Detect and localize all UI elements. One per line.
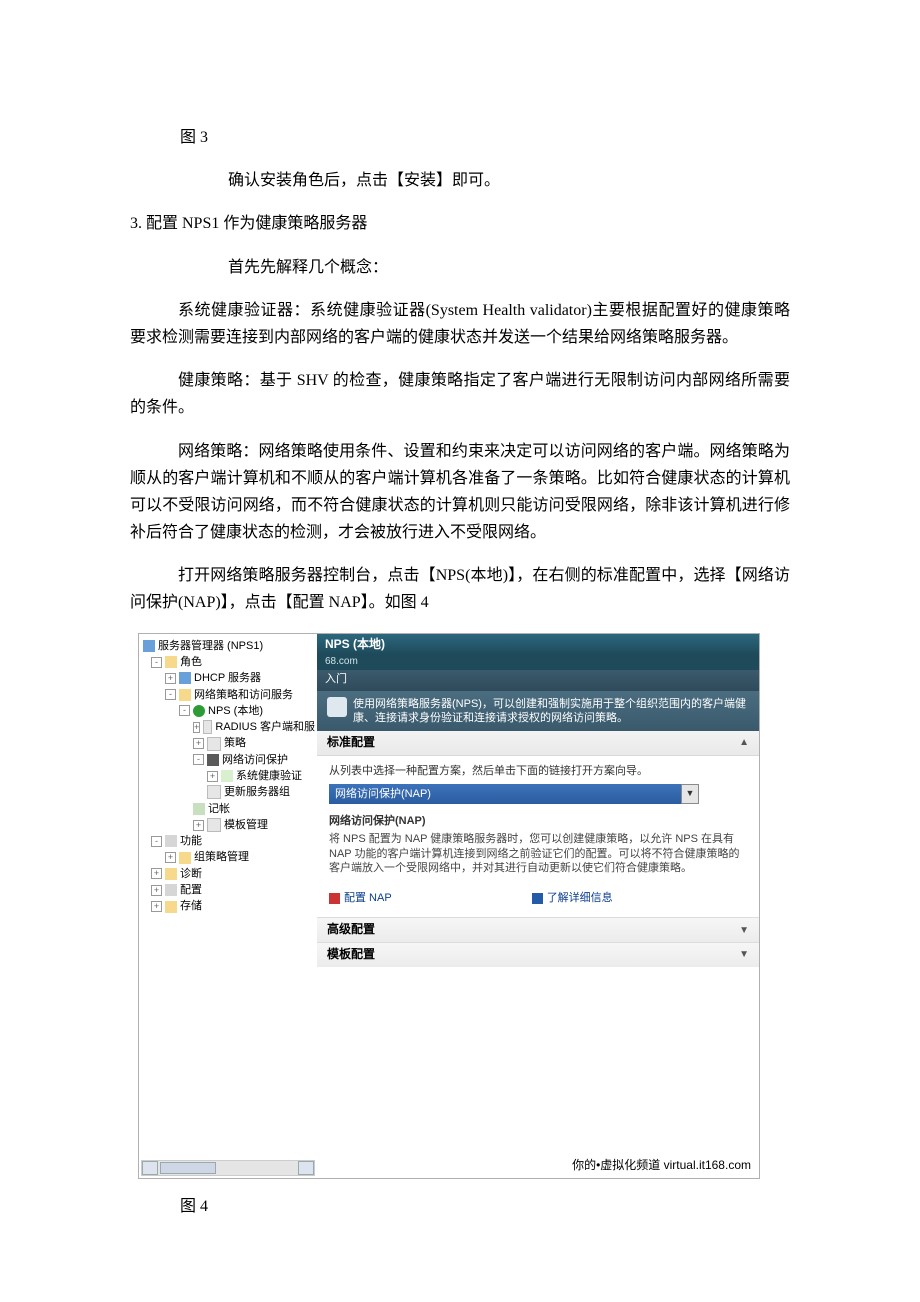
scroll-right-button[interactable]: [298, 1161, 314, 1175]
folder-icon: [179, 852, 191, 864]
tree-nap[interactable]: -网络访问保护: [141, 752, 315, 768]
tree-remediation[interactable]: 更新服务器组: [141, 784, 315, 800]
page-icon: [207, 737, 221, 751]
scroll-left-button[interactable]: [142, 1161, 158, 1175]
tree-radius[interactable]: +RADIUS 客户端和服: [141, 719, 315, 735]
pane-title: NPS (本地): [317, 634, 759, 656]
learn-more-link[interactable]: 了解详细信息: [532, 891, 613, 905]
arrow-icon: [532, 893, 543, 904]
collapse-icon[interactable]: -: [165, 689, 176, 700]
folder-icon: [165, 656, 177, 668]
diag-icon: [165, 868, 177, 880]
advanced-config-header[interactable]: 高级配置 ▼: [317, 917, 759, 942]
tree-accounting[interactable]: 记帐: [141, 801, 315, 817]
expand-icon[interactable]: +: [193, 722, 200, 733]
intro-text: 使用网络策略服务器(NPS)，可以创建和强制实施用于整个组织范围内的客户端健康、…: [353, 697, 749, 726]
dropdown-button[interactable]: ▼: [681, 784, 699, 804]
expand-icon[interactable]: +: [207, 771, 218, 782]
paragraph-network-policy: 网络策略：网络策略使用条件、设置和约束来决定可以访问网络的客户端。网络策略为顺从…: [130, 438, 790, 547]
standard-config-hint: 从列表中选择一种配置方案，然后单击下面的链接打开方案向导。: [329, 764, 747, 778]
template-icon: [207, 818, 221, 832]
watermark: 你的•虚拟化频道 virtual.it168.com: [572, 1158, 751, 1174]
collapse-icon[interactable]: -: [151, 836, 162, 847]
expand-icon[interactable]: +: [151, 901, 162, 912]
paragraph-shv: 系统健康验证器：系统健康验证器(System Health validator)…: [130, 297, 790, 351]
tree-config[interactable]: +配置: [141, 882, 315, 898]
caret-down-icon: ▼: [739, 924, 749, 937]
expand-icon[interactable]: +: [165, 673, 176, 684]
standard-config-body: 从列表中选择一种配置方案，然后单击下面的链接打开方案向导。 网络访问保护(NAP…: [317, 756, 759, 918]
scroll-thumb[interactable]: [160, 1162, 216, 1174]
tree-dhcp[interactable]: +DHCP 服务器: [141, 670, 315, 686]
collapse-icon[interactable]: -: [179, 705, 190, 716]
pane-entry: 入门: [317, 670, 759, 690]
figure-3-caption: 图 3: [180, 124, 790, 151]
info-icon: [327, 697, 347, 717]
server-icon: [143, 640, 155, 652]
caret-down-icon: ▼: [739, 948, 749, 961]
dhcp-icon: [179, 672, 191, 684]
intro-bar: 使用网络策略服务器(NPS)，可以创建和强制实施用于整个组织范围内的客户端健康、…: [317, 691, 759, 732]
paragraph: 首先先解释几个概念：: [130, 254, 790, 281]
configure-nap-link[interactable]: 配置 NAP: [329, 891, 392, 905]
tree-gpm[interactable]: +组策略管理: [141, 849, 315, 865]
collapse-icon[interactable]: -: [151, 657, 162, 668]
content-pane: NPS (本地) 68.com 入门 使用网络策略服务器(NPS)，可以创建和强…: [317, 634, 759, 1178]
standard-config-header[interactable]: 标准配置 ▲: [317, 731, 759, 756]
collapse-icon[interactable]: -: [193, 754, 204, 765]
nap-subtitle: 网络访问保护(NAP): [329, 814, 747, 828]
expand-icon[interactable]: +: [193, 738, 204, 749]
page-icon: [207, 785, 221, 799]
advanced-config-label: 高级配置: [327, 922, 375, 938]
config-icon: [165, 884, 177, 896]
storage-icon: [165, 901, 177, 913]
horizontal-scrollbar[interactable]: [141, 1160, 315, 1176]
tree-diag[interactable]: +诊断: [141, 866, 315, 882]
check-icon: [221, 770, 233, 782]
tree-template[interactable]: +模板管理: [141, 817, 315, 833]
shield-icon: [207, 754, 219, 766]
tree-policies[interactable]: +策略: [141, 735, 315, 751]
heading-step-3: 3. 配置 NPS1 作为健康策略服务器: [130, 210, 790, 237]
tree-pane: 服务器管理器 (NPS1) -角色 +DHCP 服务器 -网络策略和访问服务 -…: [139, 634, 317, 1178]
log-icon: [193, 803, 205, 815]
paragraph-open-console: 打开网络策略服务器控制台，点击【NPS(本地)】，在右侧的标准配置中，选择【网络…: [130, 562, 790, 616]
tree-npas[interactable]: -网络策略和访问服务: [141, 687, 315, 703]
expand-icon[interactable]: +: [165, 852, 176, 863]
paragraph: 确认安装角色后，点击【安装】即可。: [130, 167, 790, 194]
tree-root[interactable]: 服务器管理器 (NPS1): [141, 638, 315, 654]
paragraph-health-policy: 健康策略：基于 SHV 的检查，健康策略指定了客户端进行无限制访问内部网络所需要…: [130, 367, 790, 421]
figure-4-caption: 图 4: [180, 1193, 790, 1220]
pane-subtitle: 68.com: [317, 655, 759, 670]
expand-icon[interactable]: +: [193, 820, 204, 831]
nap-description: 将 NPS 配置为 NAP 健康策略服务器时，您可以创建健康策略，以允许 NPS…: [329, 832, 747, 875]
tree-storage[interactable]: +存储: [141, 898, 315, 914]
expand-icon[interactable]: +: [151, 885, 162, 896]
npas-icon: [179, 689, 191, 701]
tree-roles[interactable]: -角色: [141, 654, 315, 670]
template-config-header[interactable]: 模板配置 ▼: [317, 942, 759, 967]
nps-console-screenshot: 服务器管理器 (NPS1) -角色 +DHCP 服务器 -网络策略和访问服务 -…: [138, 633, 760, 1179]
standard-config-label: 标准配置: [327, 735, 375, 751]
dropdown-value: 网络访问保护(NAP): [329, 784, 681, 804]
caret-up-icon: ▲: [739, 736, 749, 749]
template-config-label: 模板配置: [327, 947, 375, 963]
tree-shv[interactable]: +系统健康验证: [141, 768, 315, 784]
tree-nps-local[interactable]: -NPS (本地): [141, 703, 315, 719]
tree-features[interactable]: -功能: [141, 833, 315, 849]
arrow-icon: [329, 893, 340, 904]
globe-icon: [193, 705, 205, 717]
page-icon: [203, 720, 212, 734]
scenario-dropdown[interactable]: 网络访问保护(NAP) ▼: [329, 784, 747, 804]
expand-icon[interactable]: +: [151, 868, 162, 879]
features-icon: [165, 835, 177, 847]
